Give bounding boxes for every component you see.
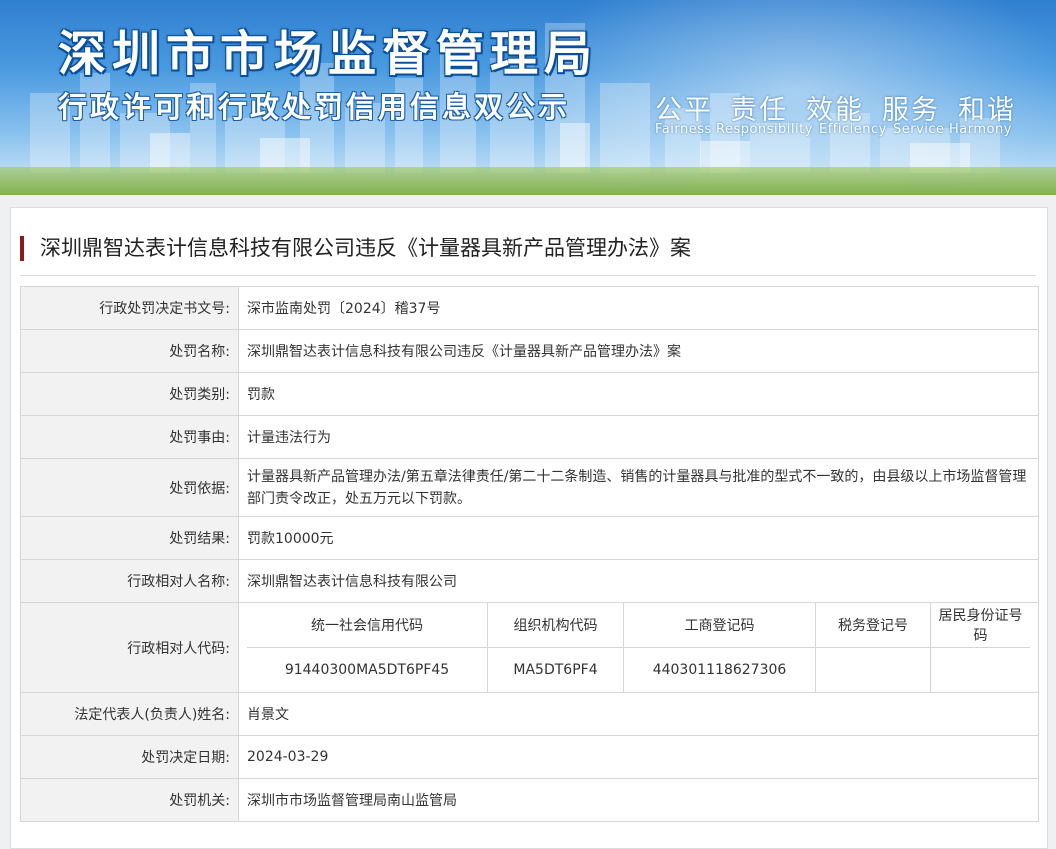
business-reg-code-value: 440301118627306: [623, 647, 816, 692]
penalty-type-value: 罚款: [238, 372, 1039, 416]
code-header: 工商登记码: [623, 603, 816, 648]
field-label: 处罚决定日期:: [20, 735, 239, 779]
slogan-en-harmony: Harmony: [949, 122, 1012, 137]
code-header: 组织机构代码: [487, 603, 624, 648]
slogan-en-efficiency: Efficiency: [819, 122, 887, 137]
field-label: 处罚机关:: [20, 778, 239, 822]
penalty-reason-value: 计量违法行为: [238, 415, 1039, 459]
field-label: 处罚结果:: [20, 516, 239, 560]
slogan-en-service: Service: [893, 122, 945, 137]
penalty-result-value: 罚款10000元: [238, 516, 1039, 560]
code-header: 统一社会信用代码: [247, 603, 488, 648]
field-label: 行政相对人名称:: [20, 559, 239, 603]
table-row: 处罚依据: 计量器具新产品管理办法/第五章法律责任/第二十二条制造、销售的计量器…: [20, 458, 1039, 517]
table-row-codes: 行政相对人代码: 统一社会信用代码 组织机构代码 工商登记码 税务登记号 居民身…: [20, 602, 1039, 693]
title-accent-bar: [20, 236, 24, 261]
table-row: 处罚事由: 计量违法行为: [20, 415, 1039, 459]
slogan-en-responsibility: Responsibility: [716, 122, 813, 137]
page-title: 深圳鼎智达表计信息科技有限公司违反《计量器具新产品管理办法》案: [40, 236, 691, 260]
table-row: 法定代表人(负责人)姓名: 肖景文: [20, 692, 1039, 736]
credit-code-value: 91440300MA5DT6PF45: [247, 647, 488, 692]
org-code-value: MA5DT6PF4: [487, 647, 624, 692]
table-row: 处罚类别: 罚款: [20, 372, 1039, 416]
field-label: 行政处罚决定书文号:: [20, 286, 239, 330]
agency-title: 深圳市市场监督管理局: [58, 26, 599, 82]
field-label: 行政相对人代码:: [20, 602, 239, 693]
field-label: 处罚类别:: [20, 372, 239, 416]
field-label: 处罚事由:: [20, 415, 239, 459]
title-divider: [20, 275, 1036, 276]
party-codes-table: 统一社会信用代码 组织机构代码 工商登记码 税务登记号 居民身份证号码 9144…: [247, 603, 1030, 692]
table-row: 处罚结果: 罚款10000元: [20, 516, 1039, 560]
slogan-en-fairness: Fairness: [655, 122, 712, 137]
penalty-name-value: 深圳鼎智达表计信息科技有限公司违反《计量器具新产品管理办法》案: [238, 329, 1039, 373]
table-row: 处罚名称: 深圳鼎智达表计信息科技有限公司违反《计量器具新产品管理办法》案: [20, 329, 1039, 373]
header-banner: 深圳市市场监督管理局 行政许可和行政处罚信用信息双公示 公平 责任 效能 服务 …: [0, 0, 1056, 195]
party-codes-cell: 统一社会信用代码 组织机构代码 工商登记码 税务登记号 居民身份证号码 9144…: [238, 602, 1039, 693]
table-row: 处罚机关: 深圳市市场监督管理局南山监管局: [20, 778, 1039, 822]
party-name-value: 深圳鼎智达表计信息科技有限公司: [238, 559, 1039, 603]
table-row: 行政相对人名称: 深圳鼎智达表计信息科技有限公司: [20, 559, 1039, 603]
penalty-basis-value: 计量器具新产品管理办法/第五章法律责任/第二十二条制造、销售的计量器具与批准的型…: [238, 458, 1039, 517]
field-label: 法定代表人(负责人)姓名:: [20, 692, 239, 736]
legal-rep-value: 肖景文: [238, 692, 1039, 736]
decision-number-value: 深市监南处罚〔2024〕稽37号: [238, 286, 1039, 330]
field-label: 处罚名称:: [20, 329, 239, 373]
code-header: 居民身份证号码: [930, 603, 1030, 648]
decision-date-value: 2024-03-29: [238, 735, 1039, 779]
codes-header-row: 统一社会信用代码 组织机构代码 工商登记码 税务登记号 居民身份证号码: [247, 603, 1030, 648]
table-row: 处罚决定日期: 2024-03-29: [20, 735, 1039, 779]
field-label: 处罚依据:: [20, 458, 239, 517]
tax-reg-number-value: [815, 647, 931, 692]
code-header: 税务登记号: [815, 603, 931, 648]
agency-subtitle: 行政许可和行政处罚信用信息双公示: [58, 90, 571, 124]
authority-value: 深圳市市场监督管理局南山监管局: [238, 778, 1039, 822]
table-row: 行政处罚决定书文号: 深市监南处罚〔2024〕稽37号: [20, 286, 1039, 330]
case-detail-table: 行政处罚决定书文号: 深市监南处罚〔2024〕稽37号 处罚名称: 深圳鼎智达表…: [20, 286, 1039, 822]
banner-ground: [0, 167, 1056, 195]
resident-id-value: [930, 647, 1030, 692]
codes-value-row: 91440300MA5DT6PF45 MA5DT6PF4 44030111862…: [247, 647, 1030, 692]
